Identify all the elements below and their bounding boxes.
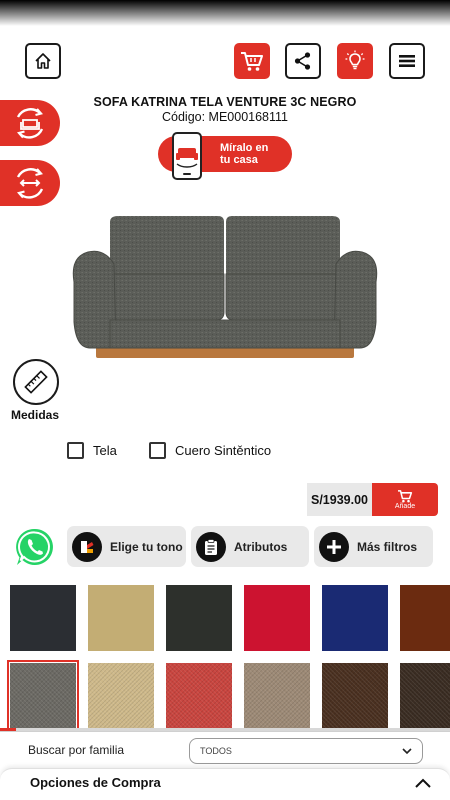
fabric-swatch[interactable] xyxy=(400,585,450,651)
price-value: S/1939.00 xyxy=(307,483,372,516)
fabric-swatch[interactable] xyxy=(244,585,310,651)
status-bar-shadow xyxy=(0,0,450,26)
ar-button-line2: tu casa xyxy=(220,154,258,166)
fabric-swatch[interactable] xyxy=(88,663,154,729)
fabric-swatch-grid xyxy=(0,580,450,732)
chevron-up-icon[interactable] xyxy=(414,777,432,791)
checkbox-cuero[interactable] xyxy=(149,442,166,459)
rotate-360-button[interactable] xyxy=(0,160,60,206)
measures-label: Medidas xyxy=(10,408,59,422)
rotate-view-button[interactable] xyxy=(0,100,60,146)
clipboard-icon xyxy=(196,531,226,562)
fabric-swatch[interactable] xyxy=(10,585,76,651)
fabric-swatch[interactable] xyxy=(166,663,232,729)
lightbulb-icon xyxy=(345,50,365,70)
menu-button[interactable] xyxy=(389,43,425,79)
plus-icon xyxy=(319,531,349,562)
more-filters-label: Más filtros xyxy=(357,539,418,554)
home-icon xyxy=(35,53,51,69)
bottom-sheet: Buscar por familia TODOS Opciones de Com… xyxy=(0,731,450,800)
measures-button[interactable] xyxy=(13,359,59,405)
purchase-options-title: Opciones de Compra xyxy=(30,775,161,790)
cart-icon xyxy=(398,490,413,503)
phone-icon xyxy=(172,132,202,180)
cart-button[interactable] xyxy=(234,43,270,79)
price-box: S/1939.00 Añade xyxy=(307,483,438,516)
material-option-tela[interactable]: Tela xyxy=(67,442,117,459)
share-button[interactable] xyxy=(285,43,321,79)
add-button-label: Añade xyxy=(394,503,416,510)
rotate-arrows-icon xyxy=(16,168,44,199)
ar-button-text: Míralo en tu casa xyxy=(220,142,268,166)
fabric-swatch[interactable] xyxy=(166,585,232,651)
attributes-button[interactable]: Atributos xyxy=(191,526,309,567)
sofa-image xyxy=(72,216,378,358)
chevron-down-icon xyxy=(402,748,412,755)
cart-icon xyxy=(241,52,263,71)
ar-button-line1: Míralo en xyxy=(220,142,269,154)
fabric-swatch[interactable] xyxy=(244,663,310,729)
family-select[interactable]: TODOS xyxy=(189,738,423,764)
choose-tone-button[interactable]: Elige tu tono xyxy=(67,526,186,567)
family-select-value: TODOS xyxy=(200,746,232,756)
idea-button[interactable] xyxy=(337,43,373,79)
product-page: SOFA KATRINA TELA VENTURE 3C NEGRO Códig… xyxy=(0,0,450,800)
rotate-sofa-icon xyxy=(16,108,44,139)
fabric-swatch[interactable] xyxy=(400,663,450,729)
palette-icon xyxy=(72,531,102,562)
more-filters-button[interactable]: Más filtros xyxy=(314,526,433,567)
attributes-label: Atributos xyxy=(234,539,288,554)
material-label-cuero: Cuero Sintěntico xyxy=(175,443,272,458)
material-label-tela: Tela xyxy=(93,443,117,458)
fabric-swatch[interactable] xyxy=(7,660,79,732)
home-button[interactable] xyxy=(25,43,61,79)
product-code: Código: ME000168111 xyxy=(161,110,289,124)
whatsapp-button[interactable] xyxy=(13,525,57,569)
ruler-icon xyxy=(24,370,48,394)
fabric-swatch[interactable] xyxy=(322,663,388,729)
family-label: Buscar por familia xyxy=(28,743,125,757)
checkbox-tela[interactable] xyxy=(67,442,84,459)
whatsapp-icon xyxy=(16,528,53,565)
purchase-options-bar[interactable]: Opciones de Compra xyxy=(0,768,450,800)
menu-icon xyxy=(399,55,415,67)
add-to-cart-button[interactable]: Añade xyxy=(372,483,438,516)
material-option-cuero[interactable]: Cuero Sintěntico xyxy=(149,442,271,459)
product-title: SOFA KATRINA TELA VENTURE 3C NEGRO xyxy=(93,95,357,109)
view-in-your-home-button[interactable]: Míralo en tu casa xyxy=(158,132,292,180)
choose-tone-label: Elige tu tono xyxy=(110,539,183,554)
fabric-swatch[interactable] xyxy=(322,585,388,651)
share-icon xyxy=(294,52,311,70)
fabric-swatch[interactable] xyxy=(88,585,154,651)
